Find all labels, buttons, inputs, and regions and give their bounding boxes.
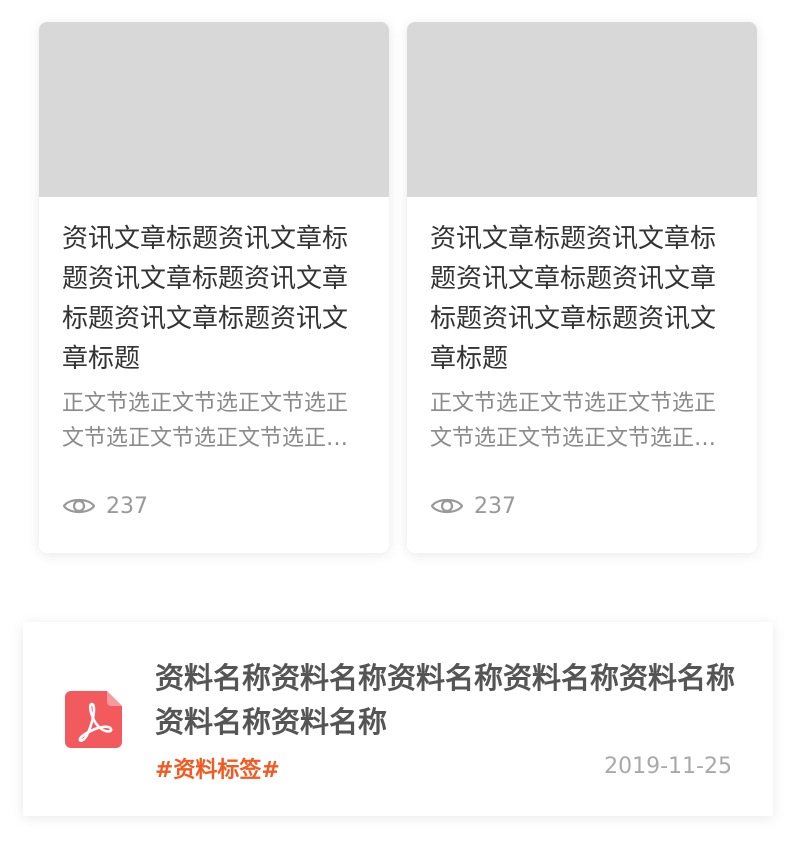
article-card[interactable]: 资讯文章标题资讯文章标题资讯文章标题资讯文章标题资讯文章标题资讯文章标题 正文节… xyxy=(407,22,757,553)
view-count: 237 xyxy=(430,491,516,521)
article-thumbnail[interactable] xyxy=(39,22,389,197)
pdf-icon xyxy=(65,691,122,748)
article-thumbnail[interactable] xyxy=(407,22,757,197)
document-tag[interactable]: #资料标签# xyxy=(155,752,280,784)
document-title[interactable]: 资料名称资料名称资料名称资料名称资料名称资料名称资料名称 xyxy=(155,656,740,744)
view-count-value: 237 xyxy=(474,493,516,519)
article-excerpt: 正文节选正文节选正文节选正文节选正文节选正文节选正文节选正文节选 xyxy=(62,391,349,451)
page: 资讯文章标题资讯文章标题资讯文章标题资讯文章标题资讯文章标题资讯文章标题 正文节… xyxy=(0,0,796,842)
article-card[interactable]: 资讯文章标题资讯文章标题资讯文章标题资讯文章标题资讯文章标题资讯文章标题 正文节… xyxy=(39,22,389,553)
eye-icon xyxy=(430,494,464,518)
view-count-value: 237 xyxy=(106,493,148,519)
article-excerpt: 正文节选正文节选正文节选正文节选正文节选正文节选正文节选正文节选 xyxy=(430,391,717,451)
view-count: 237 xyxy=(62,491,148,521)
document-date: 2019-11-25 xyxy=(604,754,732,779)
eye-icon xyxy=(62,494,96,518)
document-card[interactable]: 资料名称资料名称资料名称资料名称资料名称资料名称资料名称 #资料标签# 2019… xyxy=(23,622,773,816)
article-title[interactable]: 资讯文章标题资讯文章标题资讯文章标题资讯文章标题资讯文章标题资讯文章标题 xyxy=(62,219,358,379)
article-title[interactable]: 资讯文章标题资讯文章标题资讯文章标题资讯文章标题资讯文章标题资讯文章标题 xyxy=(430,219,726,379)
